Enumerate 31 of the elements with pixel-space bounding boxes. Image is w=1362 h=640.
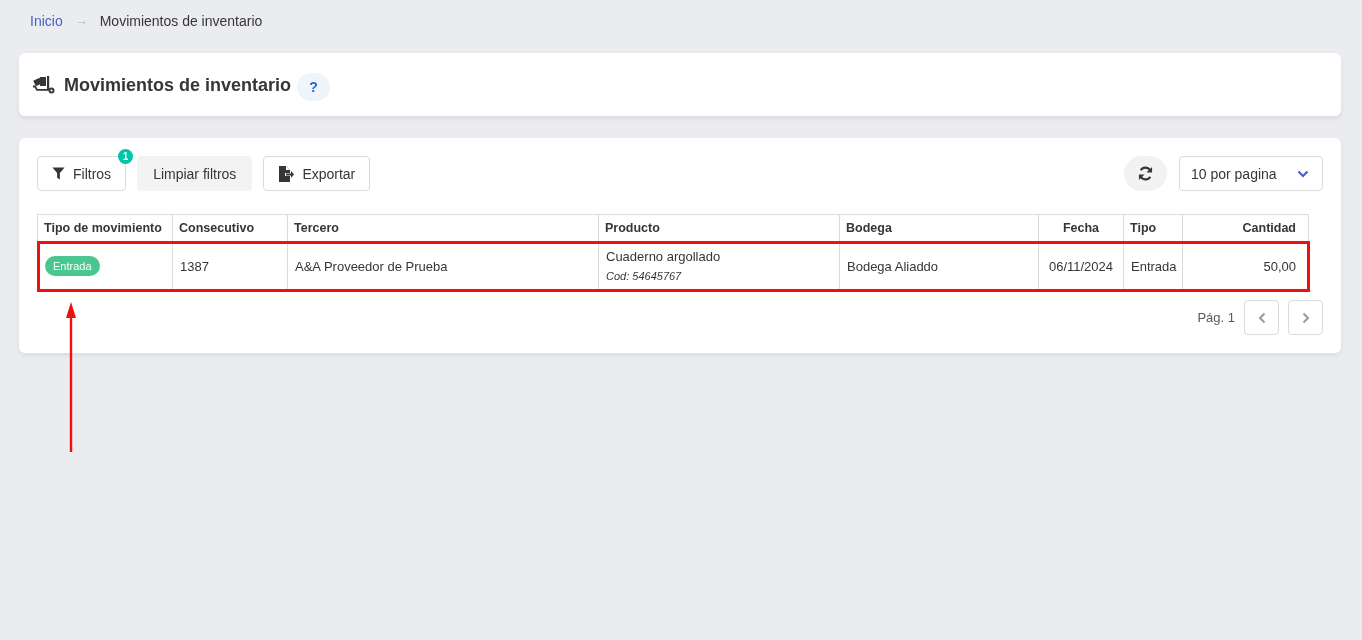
status-tag: Entrada — [45, 256, 100, 276]
column-header: Tipo de movimiento — [37, 214, 173, 242]
page-title: Movimientos de inventario — [64, 73, 292, 97]
breadcrumb-current: Movimientos de inventario — [99, 12, 263, 31]
hand-truck-icon — [33, 75, 55, 94]
column-header: Consecutivo — [172, 214, 288, 242]
next-page-button[interactable] — [1288, 300, 1323, 335]
column-header: Cantidad — [1182, 214, 1309, 242]
chevron-left-icon — [1257, 311, 1266, 324]
product-code: Cod: 54645767 — [606, 269, 683, 284]
page-size-select[interactable]: 10 por pagina — [1179, 156, 1323, 191]
page-label: Pág. 1 — [1197, 310, 1235, 325]
column-header: Bodega — [839, 214, 1039, 242]
toolbar-button[interactable]: Limpiar filtros — [137, 156, 253, 191]
column-header: Fecha — [1038, 214, 1124, 242]
previous-page-button[interactable] — [1244, 300, 1279, 335]
column-header: Tercero — [287, 214, 599, 242]
export-icon — [278, 165, 295, 182]
breadcrumb-link[interactable]: Inicio — [30, 11, 63, 31]
product-name: Cuaderno argollado — [606, 248, 722, 266]
refresh-button[interactable] — [1124, 156, 1167, 191]
count-badge: 1 — [118, 149, 134, 164]
filter-icon — [52, 167, 65, 180]
refresh-icon — [1138, 166, 1153, 181]
column-header: Producto — [598, 214, 840, 242]
column-header: Tipo — [1123, 214, 1183, 242]
chevron-down-icon — [1297, 169, 1309, 178]
toolbar-button[interactable]: Exportar — [263, 156, 371, 191]
help-button[interactable]: ? — [297, 72, 331, 101]
chevron-right-icon — [1301, 311, 1310, 324]
breadcrumb-separator: → — [74, 12, 88, 30]
